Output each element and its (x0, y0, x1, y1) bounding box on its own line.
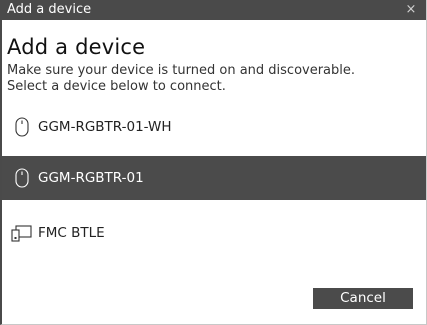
device-item-ggm-rgbtr-01[interactable]: GGM-RGBTR-01 (2, 156, 426, 200)
device-icon (10, 221, 34, 245)
mouse-icon (10, 115, 34, 139)
window-title: Add a device (7, 2, 92, 17)
device-item-ggm-rgbtr-01-wh[interactable]: GGM-RGBTR-01-WH (2, 105, 426, 149)
title-bar: Add a device × (2, 0, 426, 20)
instruction-line-1: Make sure your device is turned on and d… (7, 63, 356, 78)
mouse-icon (10, 166, 34, 190)
device-name: GGM-RGBTR-01 (38, 170, 144, 186)
device-item-fmc-btle[interactable]: FMC BTLE (2, 211, 426, 255)
cancel-button[interactable]: Cancel (313, 288, 413, 309)
device-name: GGM-RGBTR-01-WH (38, 119, 172, 135)
page-title: Add a device (7, 35, 146, 59)
device-name: FMC BTLE (38, 225, 105, 241)
add-device-window: Add a device × Add a device Make sure yo… (0, 0, 427, 325)
instructions: Make sure your device is turned on and d… (7, 63, 355, 95)
close-button[interactable]: × (396, 0, 426, 20)
instruction-line-2: Select a device below to connect. (7, 79, 226, 94)
